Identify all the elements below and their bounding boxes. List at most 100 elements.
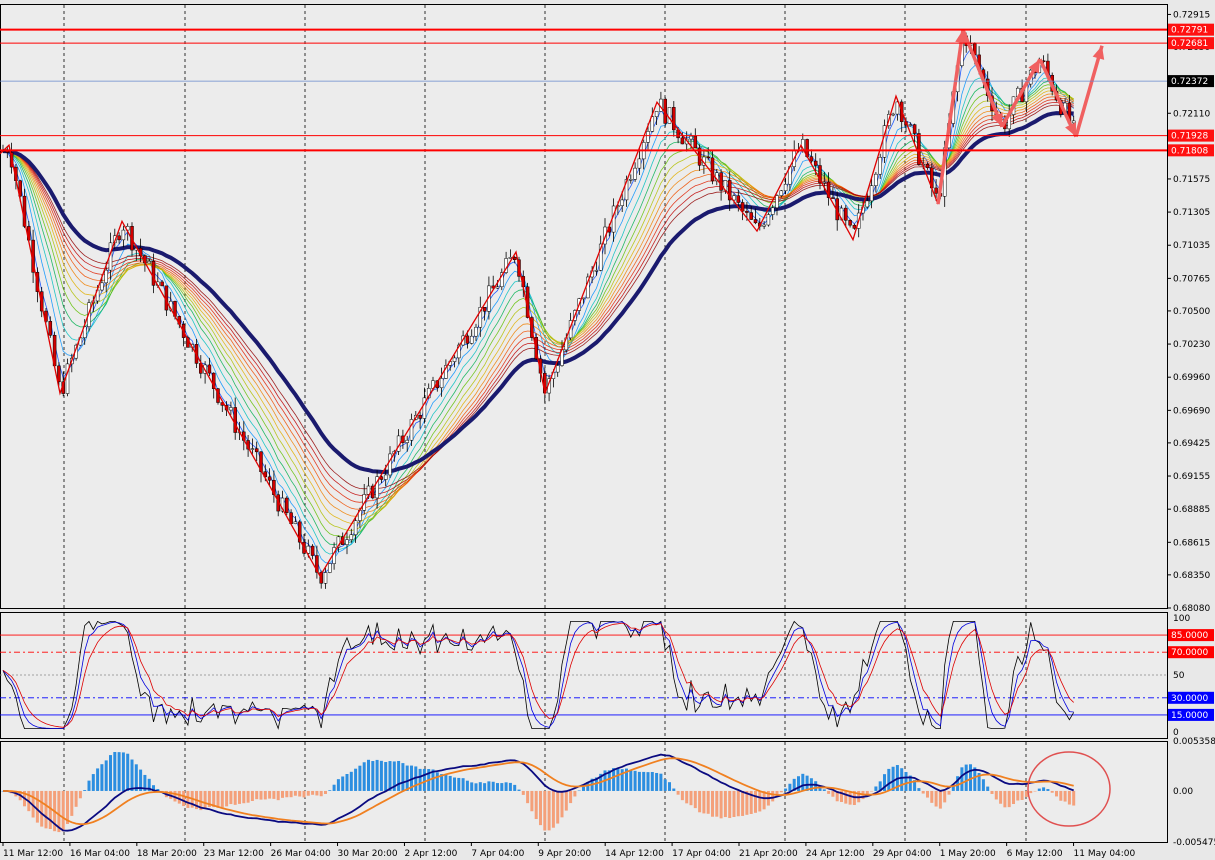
time-tick-label: 29 Apr 04:00 bbox=[873, 849, 932, 859]
candle-body bbox=[250, 448, 255, 450]
candle-body bbox=[267, 476, 272, 481]
histogram-bar bbox=[263, 790, 267, 800]
price-tick-label: 0.72915 bbox=[1173, 10, 1210, 20]
candle-body bbox=[783, 183, 788, 192]
histogram-bar bbox=[754, 790, 757, 813]
histogram-bar bbox=[126, 753, 130, 791]
histogram-bar bbox=[642, 771, 646, 791]
histogram-bar bbox=[332, 784, 336, 791]
oscillator-tick-label: 50 bbox=[1173, 671, 1185, 681]
histogram-tick-label: 0.0053585 bbox=[1173, 737, 1215, 747]
price-tick-label: 0.68615 bbox=[1173, 538, 1210, 548]
histogram-bar bbox=[1046, 789, 1050, 791]
histogram-bar bbox=[96, 768, 100, 791]
histogram-bar bbox=[367, 759, 370, 791]
histogram-bar bbox=[358, 765, 362, 791]
candle-body bbox=[667, 107, 672, 124]
histogram-bar bbox=[646, 772, 650, 791]
time-tick-label: 17 Apr 04:00 bbox=[672, 849, 731, 859]
histogram-bar bbox=[341, 776, 345, 791]
histogram-bar bbox=[44, 790, 48, 829]
histogram-bar bbox=[964, 764, 968, 791]
histogram-bar bbox=[706, 790, 710, 814]
candle-body bbox=[749, 212, 753, 220]
candle-body bbox=[310, 545, 315, 556]
histogram-bar bbox=[405, 765, 409, 791]
time-tick-label: 7 Apr 04:00 bbox=[471, 849, 524, 859]
price-tick-label: 0.71575 bbox=[1173, 175, 1210, 185]
histogram-bar bbox=[70, 790, 74, 816]
histogram-bar bbox=[999, 790, 1003, 804]
candle-body bbox=[151, 261, 156, 286]
candle-body bbox=[229, 407, 233, 411]
histogram-bar bbox=[732, 790, 736, 818]
candle-body bbox=[57, 365, 61, 383]
histogram-bar bbox=[388, 761, 392, 791]
level-price-tag-text: 0.72681 bbox=[1171, 39, 1208, 49]
histogram-bar bbox=[526, 790, 530, 804]
candle bbox=[882, 119, 887, 163]
candle-body bbox=[680, 137, 685, 145]
candle bbox=[285, 496, 289, 515]
histogram-bar bbox=[947, 790, 951, 795]
histogram-bar bbox=[182, 790, 186, 807]
candle-body bbox=[452, 357, 457, 362]
histogram-bar bbox=[741, 790, 745, 816]
histogram-bar bbox=[491, 781, 495, 791]
histogram-bar bbox=[465, 780, 469, 791]
histogram-bar bbox=[521, 790, 525, 795]
histogram-bar bbox=[1072, 790, 1076, 806]
candle-body bbox=[646, 131, 650, 143]
histogram-bar bbox=[104, 760, 108, 791]
histogram-bar bbox=[719, 790, 723, 819]
time-tick-label: 30 Mar 20:00 bbox=[338, 849, 398, 859]
histogram-bar bbox=[788, 783, 792, 791]
candle-body bbox=[813, 160, 818, 166]
candle-body bbox=[925, 164, 930, 169]
histogram-bar bbox=[1037, 788, 1041, 791]
histogram-bar bbox=[981, 779, 985, 791]
histogram-bar bbox=[930, 790, 934, 803]
histogram-bar bbox=[779, 790, 783, 793]
candle-body bbox=[912, 124, 917, 134]
histogram-bar bbox=[483, 783, 487, 791]
histogram-bar bbox=[371, 761, 375, 791]
price-tick-label: 0.69960 bbox=[1173, 373, 1210, 383]
candle-body bbox=[293, 521, 298, 524]
histogram-bar bbox=[1050, 790, 1054, 793]
price-tick-label: 0.69690 bbox=[1173, 406, 1210, 416]
histogram-bar bbox=[186, 790, 190, 808]
candle-body bbox=[740, 202, 745, 212]
candle-body bbox=[654, 111, 659, 117]
candle-body bbox=[809, 156, 814, 162]
histogram-bar bbox=[422, 768, 426, 791]
histogram-bar bbox=[926, 790, 929, 798]
histogram-bar bbox=[1059, 790, 1063, 801]
histogram-bar bbox=[315, 790, 319, 796]
histogram-bar bbox=[225, 790, 229, 807]
histogram-bar bbox=[831, 790, 835, 797]
candle-body bbox=[629, 179, 633, 181]
histogram-bar bbox=[543, 790, 547, 831]
histogram-bar bbox=[539, 790, 542, 826]
histogram-bar bbox=[100, 764, 104, 791]
histogram-bar bbox=[1012, 790, 1015, 805]
histogram-bar bbox=[311, 790, 315, 795]
candle-body bbox=[388, 453, 392, 476]
histogram-bar bbox=[1067, 790, 1071, 805]
time-tick-label: 14 Apr 12:00 bbox=[605, 849, 664, 859]
level-price-tag-text: 0.72791 bbox=[1171, 26, 1208, 36]
candle-body bbox=[465, 335, 470, 344]
histogram-bar bbox=[728, 790, 732, 819]
candle-body bbox=[770, 207, 775, 215]
candle-body bbox=[121, 229, 126, 241]
histogram-bar bbox=[736, 790, 740, 817]
candle-body bbox=[672, 107, 676, 131]
candle bbox=[917, 128, 921, 166]
histogram-bar bbox=[61, 790, 65, 832]
trading-chart[interactable]: 0.729150.726500.723720.721100.719280.718… bbox=[0, 0, 1215, 860]
histogram-bar bbox=[375, 759, 379, 791]
time-tick-label: 9 Apr 20:00 bbox=[538, 849, 591, 859]
histogram-bar bbox=[177, 790, 181, 804]
histogram-bar bbox=[293, 790, 297, 796]
